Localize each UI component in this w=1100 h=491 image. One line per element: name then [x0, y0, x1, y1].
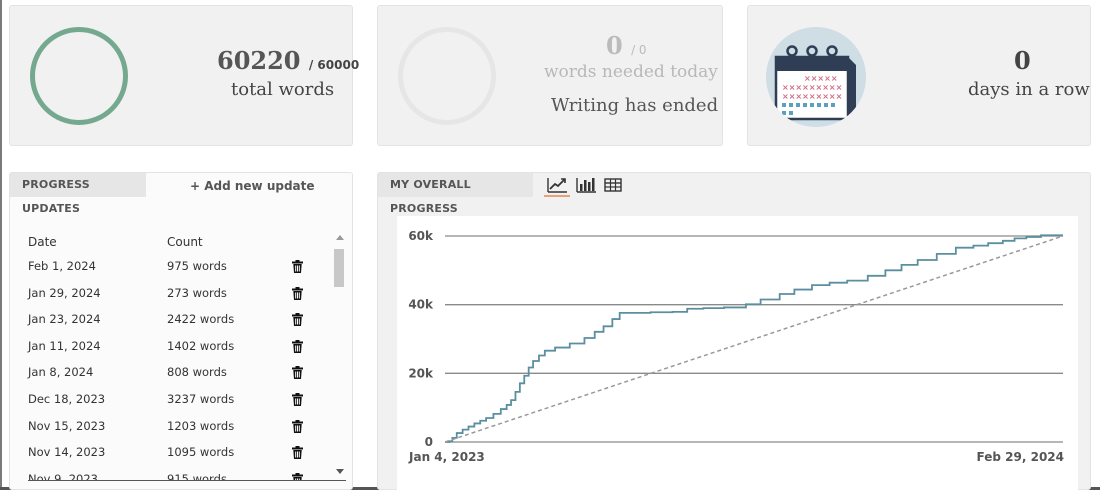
date-column-header: Date: [28, 235, 57, 249]
x-end-label: Feb 29, 2024: [977, 450, 1064, 464]
target-pace-line: [444, 235, 1064, 443]
list-bottom-divider: [28, 480, 346, 481]
update-date: Nov 15, 2023: [28, 418, 106, 433]
y-tick-label: 40k: [408, 298, 434, 312]
update-date: Jan 23, 2024: [28, 312, 101, 327]
trash-icon[interactable]: [292, 418, 303, 433]
trash-icon[interactable]: [292, 311, 303, 327]
total-words-count: 60220: [217, 46, 301, 75]
list-item: Jan 23, 2024 2422 words: [10, 312, 334, 338]
scroll-thumb[interactable]: [334, 249, 344, 287]
scroll-down-arrow[interactable]: [336, 469, 344, 474]
update-date: Dec 18, 2023: [28, 392, 106, 406]
y-tick-label: 20k: [408, 366, 434, 380]
update-count: 915 words: [167, 471, 227, 480]
update-date: Nov 14, 2023: [28, 445, 106, 460]
y-tick-label: 60k: [408, 229, 434, 243]
trash-icon[interactable]: [292, 364, 303, 380]
svg-text:×××××××××: ×××××××××: [782, 83, 842, 92]
list-item: Feb 1, 2024 975 words: [10, 259, 334, 285]
update-count: 1402 words: [167, 338, 235, 353]
trash-icon[interactable]: [292, 471, 303, 480]
streak-label: days in a row: [968, 79, 1090, 100]
x-start-label: Jan 4, 2023: [408, 450, 485, 464]
tab-overall-progress[interactable]: MY OVERALL PROGRESS: [378, 173, 533, 215]
list-item: Nov 15, 2023 1203 words: [10, 419, 334, 445]
update-count: 2422 words: [167, 312, 235, 327]
window-left-border: [0, 0, 2, 490]
trash-icon[interactable]: [292, 444, 303, 460]
update-count: 975 words: [167, 259, 227, 273]
update-count: 3237 words: [167, 392, 235, 406]
updates-list: Feb 1, 2024 975 words Jan 29, 2024 273 word…: [10, 253, 334, 480]
list-item: Nov 14, 2023 1095 words: [10, 445, 334, 471]
list-item: Jan 29, 2024 273 words: [10, 286, 334, 312]
update-count: 273 words: [167, 285, 227, 300]
calendar-icon: ××××× ××××××××× ×××××××××: [766, 27, 866, 127]
count-column-header: Count: [167, 235, 203, 249]
total-words-card: 60220 / 60000 total words: [9, 5, 359, 146]
update-count: 1203 words: [167, 418, 235, 433]
daily-progress-ring: [398, 27, 496, 125]
progress-updates-panel: PROGRESS UPDATES + Add new update Date C…: [9, 172, 353, 490]
table-icon[interactable]: [602, 175, 626, 197]
update-date: Nov 9, 2023: [28, 471, 98, 480]
trash-icon[interactable]: [292, 391, 303, 406]
streak-card: ××××× ××××××××× ××××××××× 0 days in a ro…: [747, 5, 1091, 146]
total-words-goal: / 60000: [308, 58, 360, 72]
daily-words-value: 0 / 0: [606, 31, 647, 60]
updates-scrollbar[interactable]: [333, 235, 345, 481]
update-count: 1095 words: [167, 445, 235, 460]
update-date: Feb 1, 2024: [28, 259, 96, 273]
add-update-button[interactable]: + Add new update: [190, 179, 315, 193]
update-date: Jan 8, 2024: [28, 365, 94, 380]
writing-status: Writing has ended: [551, 95, 719, 116]
overall-progress-panel: MY OVERALL PROGRESS 0 20k 40k 60k Jan 4,…: [377, 172, 1091, 491]
y-tick-label: 0: [425, 435, 433, 449]
streak-count: 0: [1014, 46, 1031, 75]
daily-words-count: 0: [606, 31, 623, 60]
update-date: Jan 29, 2024: [28, 285, 101, 300]
progress-chart-svg: 0 20k 40k 60k Jan 4, 2023 Feb 29, 2024: [408, 229, 1064, 464]
total-progress-ring: [30, 27, 128, 125]
svg-text:×××××××××: ×××××××××: [782, 92, 842, 101]
update-count: 808 words: [167, 365, 227, 380]
trash-icon[interactable]: [292, 338, 303, 353]
tab-progress-updates[interactable]: PROGRESS UPDATES: [10, 173, 146, 215]
daily-target-card: 0 / 0 words needed today Writing has end…: [377, 5, 723, 146]
line-chart-icon[interactable]: [545, 175, 569, 197]
scroll-up-arrow[interactable]: [336, 235, 344, 240]
list-item: Nov 9, 2023 915 words: [10, 472, 334, 480]
list-item: Dec 18, 2023 3237 words: [10, 392, 334, 418]
list-item: Jan 8, 2024 808 words: [10, 365, 334, 391]
progress-chart: 0 20k 40k 60k Jan 4, 2023 Feb 29, 2024: [397, 216, 1078, 491]
active-view-indicator: [544, 195, 570, 197]
trash-icon[interactable]: [292, 258, 303, 273]
total-words-value: 60220 / 60000: [217, 46, 359, 75]
list-item: Jan 11, 2024 1402 words: [10, 339, 334, 365]
words-needed-label: words needed today: [544, 62, 718, 82]
update-date: Jan 11, 2024: [28, 338, 101, 353]
daily-words-goal: / 0: [631, 43, 647, 57]
total-words-label: total words: [231, 79, 335, 100]
bar-chart-icon[interactable]: [574, 175, 598, 197]
svg-text:×××××: ×××××: [804, 74, 838, 83]
trash-icon[interactable]: [292, 285, 303, 300]
